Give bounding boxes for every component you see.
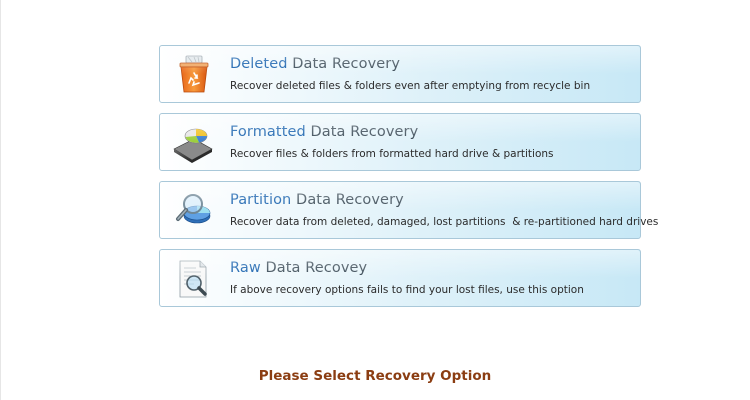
- select-option-prompt: Please Select Recovery Option: [258, 368, 492, 384]
- deleted-recovery-option[interactable]: Deleted Data Recovery Recover deleted fi…: [159, 45, 641, 103]
- option-description: Recover data from deleted, damaged, lost…: [230, 216, 659, 228]
- option-title: Partition Data Recovery: [230, 192, 404, 208]
- option-description: Recover files & folders from formatted h…: [230, 148, 554, 160]
- option-title-rest: Data Recovery: [287, 56, 401, 72]
- document-search-icon: [172, 258, 214, 300]
- option-title-highlight: Deleted: [230, 56, 288, 72]
- option-title: Raw Data Recovey: [230, 260, 367, 276]
- option-title-rest: Data Recovery: [305, 124, 419, 140]
- option-title-rest: Data Recovery: [291, 192, 404, 208]
- option-title: Deleted Data Recovery: [230, 56, 400, 72]
- raw-recovery-option[interactable]: Raw Data Recovey If above recovery optio…: [159, 249, 641, 307]
- option-title-highlight: Partition: [230, 192, 292, 208]
- option-title-highlight: Raw: [230, 260, 261, 276]
- hard-drive-pie-icon: [172, 122, 214, 164]
- partition-recovery-option[interactable]: Partition Data Recovery Recover data fro…: [159, 181, 658, 239]
- option-title-highlight: Formatted: [230, 124, 306, 140]
- option-description: If above recovery options fails to find …: [230, 284, 584, 296]
- recycle-bin-icon: [172, 54, 214, 96]
- window-left-edge: [0, 0, 1, 400]
- recovery-option-list: Deleted Data Recovery Recover deleted fi…: [159, 45, 658, 317]
- option-title-rest: Data Recovey: [260, 260, 368, 276]
- option-description: Recover deleted files & folders even aft…: [230, 80, 591, 92]
- option-title: Formatted Data Recovery: [230, 124, 418, 140]
- partition-magnifier-icon: [172, 190, 214, 232]
- formatted-recovery-option[interactable]: Formatted Data Recovery Recover files & …: [159, 113, 641, 171]
